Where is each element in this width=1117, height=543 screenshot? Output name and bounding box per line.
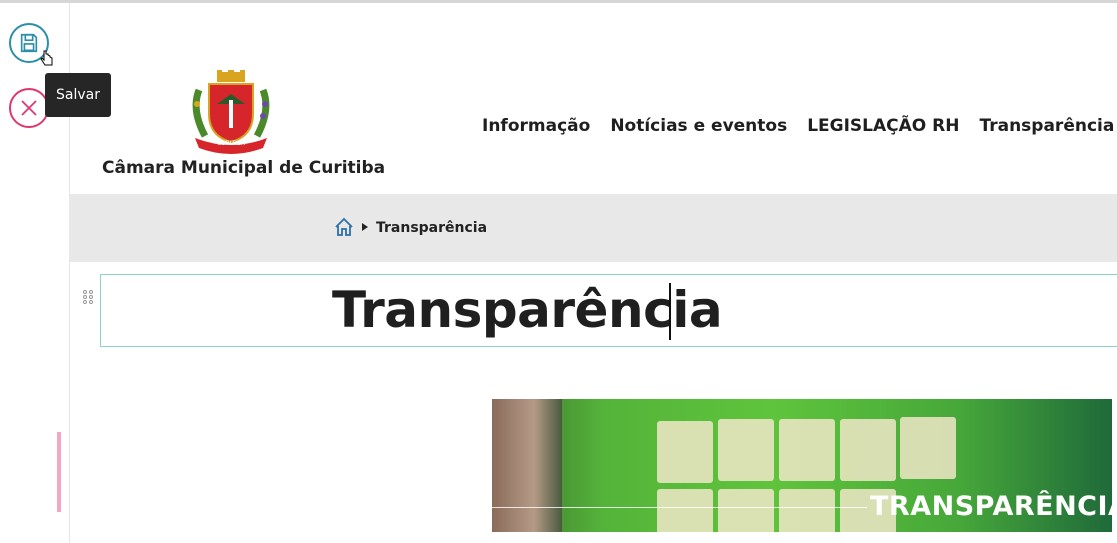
transparency-banner[interactable]: TRANSPARÊNCIA bbox=[492, 399, 1112, 532]
save-icon bbox=[20, 33, 38, 53]
cancel-button[interactable] bbox=[9, 88, 49, 128]
nav-item-informacao[interactable]: Informação bbox=[482, 116, 590, 136]
breadcrumb-separator-icon bbox=[362, 223, 368, 231]
banner-title: TRANSPARÊNCIA bbox=[870, 491, 1112, 522]
banner-tile bbox=[840, 419, 896, 481]
banner-tile bbox=[657, 421, 713, 483]
close-icon bbox=[21, 100, 37, 116]
breadcrumb bbox=[69, 194, 1117, 262]
text-caret bbox=[669, 283, 671, 340]
block-indicator bbox=[57, 432, 61, 512]
drag-handle-icon[interactable] bbox=[82, 289, 94, 305]
banner-tile bbox=[779, 419, 835, 481]
main-nav: Informação Notícias e eventos LEGISLAÇÃO… bbox=[482, 116, 1114, 136]
crest-motto: CURITIBA bbox=[217, 140, 246, 147]
banner-tile bbox=[718, 489, 774, 532]
page-title[interactable]: Transparência bbox=[332, 281, 723, 339]
home-icon[interactable] bbox=[334, 217, 354, 237]
banner-tile bbox=[718, 419, 774, 481]
nav-item-noticias[interactable]: Notícias e eventos bbox=[610, 116, 787, 136]
site-name[interactable]: Câmara Municipal de Curitiba bbox=[102, 158, 385, 178]
top-border bbox=[0, 0, 1117, 3]
banner-person-image bbox=[492, 399, 562, 532]
breadcrumb-current: Transparência bbox=[376, 220, 488, 236]
nav-item-transparencia[interactable]: Transparência bbox=[979, 116, 1114, 136]
banner-tile bbox=[779, 489, 835, 532]
crest-logo: CURITIBA bbox=[192, 70, 270, 154]
nav-item-legislacao[interactable]: LEGISLAÇÃO RH bbox=[807, 116, 959, 136]
hand-cursor-icon bbox=[40, 50, 53, 66]
banner-divider bbox=[492, 507, 867, 508]
banner-tile bbox=[900, 417, 956, 479]
banner-tile bbox=[657, 489, 713, 532]
save-tooltip: Salvar bbox=[45, 73, 111, 117]
